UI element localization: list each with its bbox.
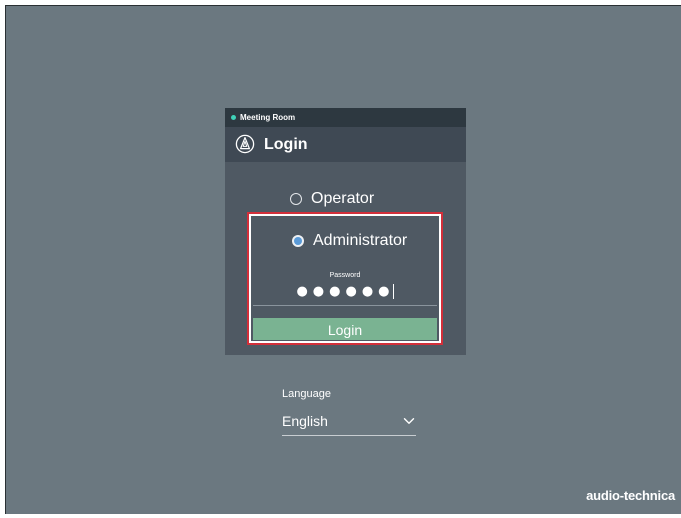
status-indicator-dot bbox=[231, 115, 236, 120]
password-masked-value: ●●●●●● bbox=[296, 284, 395, 299]
password-underline bbox=[253, 305, 437, 306]
operator-radio-option[interactable]: Operator bbox=[290, 189, 374, 208]
room-name: Meeting Room bbox=[240, 113, 296, 122]
administrator-highlight-box: Administrator Password ●●●●●● Login bbox=[247, 212, 443, 345]
language-label: Language bbox=[282, 388, 331, 400]
page-title: Login bbox=[264, 136, 308, 153]
language-dropdown[interactable]: English bbox=[282, 408, 416, 436]
password-label: Password bbox=[329, 272, 361, 279]
operator-radio-label: Operator bbox=[311, 190, 375, 207]
login-screen: Meeting Room Login Operator Administrato… bbox=[5, 5, 681, 514]
administrator-radio-option[interactable]: Administrator bbox=[292, 231, 407, 250]
audio-technica-logo-icon bbox=[235, 134, 255, 154]
room-status-bar: Meeting Room bbox=[225, 108, 466, 127]
chevron-down-icon bbox=[403, 418, 415, 424]
brand-logo: audio-technica bbox=[586, 488, 675, 503]
language-selected-value: English bbox=[282, 413, 328, 429]
login-panel: Meeting Room Login Operator Administrato… bbox=[225, 108, 466, 355]
administrator-radio-button[interactable] bbox=[292, 234, 304, 247]
operator-radio-button[interactable] bbox=[290, 192, 302, 205]
text-cursor bbox=[392, 284, 394, 299]
password-input[interactable]: ●●●●●● bbox=[253, 282, 437, 301]
login-header: Login bbox=[225, 127, 466, 162]
administrator-radio-label: Administrator bbox=[313, 232, 408, 249]
login-button[interactable]: Login bbox=[253, 318, 437, 340]
